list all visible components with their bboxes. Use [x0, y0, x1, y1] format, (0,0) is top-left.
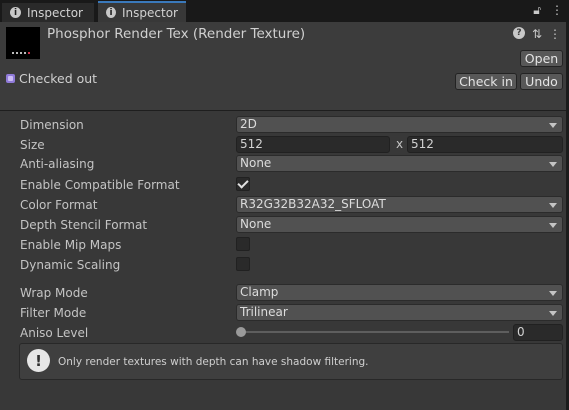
help-box: ! Only render textures with depth can ha… [19, 343, 563, 380]
tab-inspector-1[interactable]: i Inspector [2, 3, 94, 22]
wrap-mode-dropdown[interactable]: Clamp [236, 284, 563, 301]
lock-icon[interactable]: 🔓︎ [533, 3, 541, 18]
aniso-level-label: Aniso Level [20, 326, 89, 340]
filter-mode-dropdown[interactable]: Trilinear [236, 304, 563, 321]
kebab-menu-icon[interactable]: ⋮ [551, 3, 563, 18]
tab-inspector-2[interactable]: i Inspector [98, 1, 186, 22]
checked-out-label: Checked out [19, 71, 98, 86]
wrap-mode-label: Wrap Mode [20, 286, 88, 300]
anti-aliasing-dropdown[interactable]: None [236, 155, 563, 172]
kebab-menu-icon[interactable]: ⋮ [549, 27, 561, 41]
help-box-text: Only render textures with depth can have… [58, 356, 369, 368]
open-button[interactable]: Open [520, 50, 563, 67]
chevron-down-icon [549, 311, 557, 316]
header-icons: ? ⇅ ⋮ [512, 27, 561, 41]
chevron-down-icon [549, 162, 557, 167]
chevron-down-icon [549, 123, 557, 128]
tab-label: Inspector [27, 5, 83, 20]
enable-mip-maps-checkbox[interactable] [236, 237, 250, 251]
anti-aliasing-value: None [240, 156, 272, 170]
dynamic-scaling-label: Dynamic Scaling [20, 258, 121, 272]
tab-bar: i Inspector i Inspector 🔓︎ ⋮ [0, 0, 569, 22]
chevron-down-icon [549, 291, 557, 296]
aniso-level-slider-knob[interactable] [236, 327, 246, 337]
size-height-field[interactable]: 512 [407, 136, 563, 153]
chevron-down-icon [549, 223, 557, 228]
filter-mode-value: Trilinear [240, 305, 288, 319]
size-label: Size [20, 138, 45, 152]
depth-stencil-format-value: None [240, 217, 272, 231]
enable-mip-maps-label: Enable Mip Maps [20, 238, 122, 252]
help-icon[interactable]: ? [512, 27, 525, 39]
info-icon: i [10, 7, 21, 18]
info-icon: i [106, 7, 117, 18]
warning-icon: ! [27, 349, 50, 372]
filter-mode-label: Filter Mode [20, 306, 87, 320]
dimension-value: 2D [240, 117, 257, 131]
anti-aliasing-label: Anti-aliasing [20, 157, 95, 171]
version-control-icon [6, 74, 15, 83]
dimension-label: Dimension [20, 118, 84, 132]
undo-button[interactable]: Undo [520, 73, 563, 90]
color-format-label: Color Format [20, 198, 98, 212]
depth-stencil-format-dropdown[interactable]: None [236, 216, 563, 233]
enable-compatible-format-label: Enable Compatible Format [20, 178, 180, 192]
settings-sliders-icon[interactable]: ⇅ [532, 27, 542, 41]
tab-tools: 🔓︎ ⋮ [533, 3, 563, 18]
enable-compatible-format-checkbox[interactable] [236, 177, 250, 191]
size-width-field[interactable]: 512 [236, 136, 390, 153]
render-texture-thumbnail [6, 27, 40, 59]
aniso-level-slider-track[interactable] [240, 331, 509, 333]
check-in-button[interactable]: Check in [455, 73, 517, 90]
asset-title: Phosphor Render Tex (Render Texture) [47, 26, 306, 42]
color-format-value: R32G32B32A32_SFLOAT [240, 197, 386, 211]
tab-label: Inspector [122, 5, 178, 20]
color-format-dropdown[interactable]: R32G32B32A32_SFLOAT [236, 196, 563, 213]
chevron-down-icon [549, 203, 557, 208]
dynamic-scaling-checkbox[interactable] [236, 257, 250, 271]
wrap-mode-value: Clamp [240, 285, 279, 299]
aniso-level-field[interactable]: 0 [513, 324, 563, 341]
checked-out-status: Checked out [6, 71, 97, 86]
dimension-dropdown[interactable]: 2D [236, 116, 563, 133]
size-x-separator: x [396, 137, 404, 151]
depth-stencil-format-label: Depth Stencil Format [20, 218, 148, 232]
